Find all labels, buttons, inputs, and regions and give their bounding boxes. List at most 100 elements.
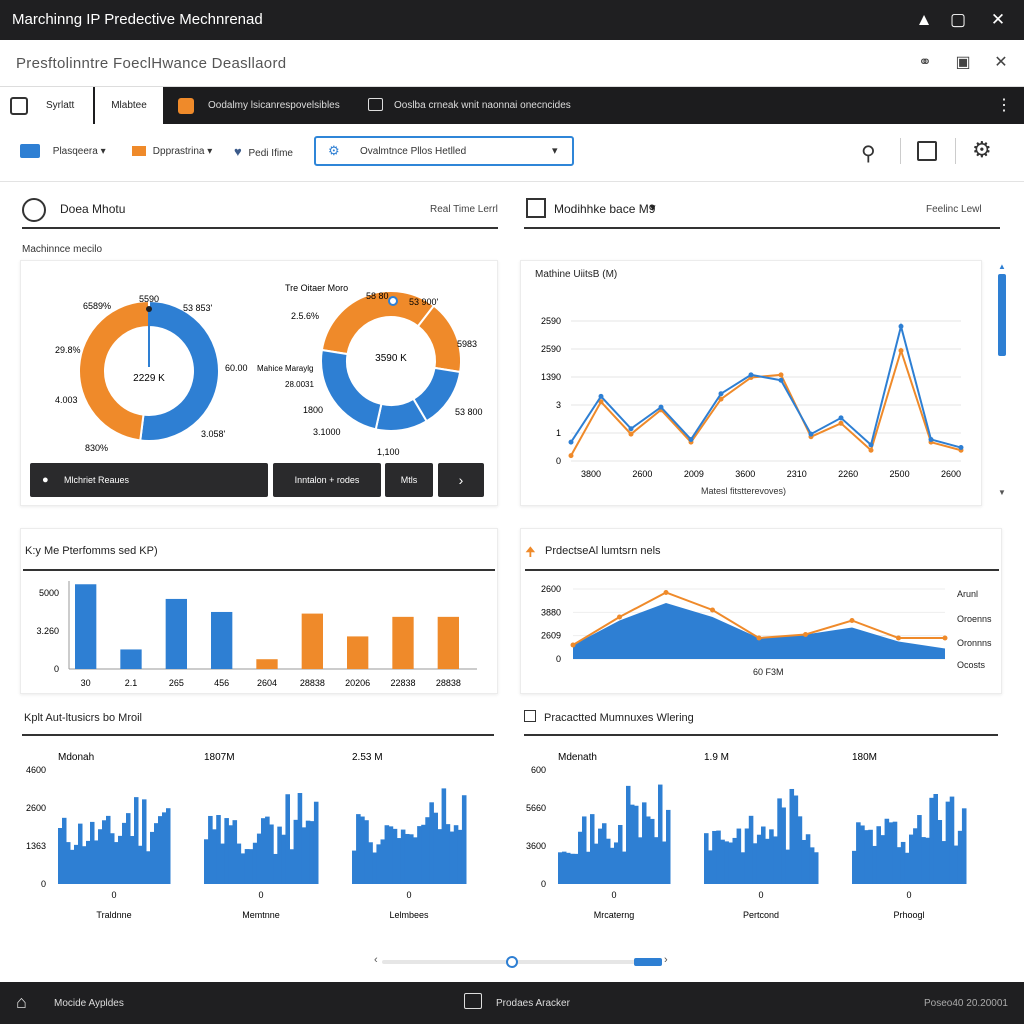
donut-slice xyxy=(78,299,150,442)
machine-request-button[interactable]: ● Mlchriet Reaues xyxy=(30,463,268,497)
data-point xyxy=(598,393,604,399)
tab-syrlatt[interactable]: Syrlatt xyxy=(0,87,93,124)
search-combo[interactable]: ⚙ Ovalmtnce Pllos Hetlled ▾ xyxy=(314,136,574,166)
histogram-bar xyxy=(953,845,959,884)
histogram-bar xyxy=(134,797,139,884)
histogram-bar xyxy=(789,788,795,884)
filter-label: Pedi Ifime xyxy=(248,148,293,159)
histogram-bar xyxy=(941,841,947,884)
histogram-bar xyxy=(376,844,381,884)
chevron-left-icon[interactable]: ‹ xyxy=(374,954,378,966)
histogram-bar xyxy=(736,828,742,884)
window-icon[interactable]: ▣ xyxy=(952,52,974,74)
histogram-bar xyxy=(293,819,299,884)
button-label: Mtls xyxy=(400,475,418,485)
settings-icon[interactable]: ⚙ xyxy=(972,137,992,163)
home-icon[interactable]: ⌂ xyxy=(16,992,27,1013)
data-point xyxy=(896,635,901,641)
donut1-label: 60.00 xyxy=(225,363,248,373)
page-slider[interactable]: ‹ › xyxy=(374,954,670,968)
more-icon[interactable]: ⋮ xyxy=(996,87,1012,124)
scroll-up-icon[interactable]: ▲ xyxy=(998,262,1006,271)
donut2-label: 3.1000 xyxy=(313,427,341,437)
footer-bar: ⌂ Mocide Aypldes Prodaes Aracker Poseo40… xyxy=(0,982,1024,1024)
histogram-bar xyxy=(232,820,238,884)
filter-plasqeera[interactable]: Plasqeera ▾ xyxy=(20,144,106,160)
bell-icon[interactable]: ⚭ xyxy=(914,52,936,74)
histogram-bar xyxy=(756,834,762,884)
zero-label: 0 xyxy=(111,890,116,900)
histogram-bar xyxy=(602,823,607,884)
donut1-label: 6589% xyxy=(83,301,111,311)
group-value: 1807M xyxy=(204,752,235,763)
zero-label: 0 xyxy=(406,890,411,900)
data-point xyxy=(838,420,844,426)
tab-ooslba[interactable]: Ooslba crneak wnit naonnai onecncides xyxy=(366,87,586,124)
histogram-bar xyxy=(352,850,357,884)
histogram-bar xyxy=(598,828,603,884)
x-tick: 2310 xyxy=(787,469,807,479)
histogram-bar xyxy=(158,816,163,884)
histogram-bar xyxy=(305,820,311,884)
needle-cap xyxy=(146,306,152,312)
y-tick: 2600 xyxy=(541,584,561,594)
histogram-bar xyxy=(94,840,99,884)
x-tick: 28838 xyxy=(436,678,461,688)
slider-handle[interactable] xyxy=(506,956,518,968)
chevron-right-icon[interactable]: › xyxy=(664,954,668,966)
search-icon[interactable]: ⚲ xyxy=(861,141,876,166)
close-icon[interactable]: ✕ xyxy=(986,8,1010,32)
histogram-bar xyxy=(421,824,426,884)
section-title[interactable]: Modihhke bace M9 xyxy=(554,202,655,216)
footer-left-text[interactable]: Mocide Aypldes xyxy=(54,998,124,1009)
data-point xyxy=(868,447,874,453)
scroll-thumb[interactable] xyxy=(998,274,1006,356)
zero-label: 0 xyxy=(258,890,263,900)
tab-mlabtee[interactable]: Mlabtee xyxy=(95,87,163,124)
histogram-bar xyxy=(929,797,934,884)
calculator-icon[interactable] xyxy=(917,141,937,161)
y-tick: 2590 xyxy=(541,316,561,326)
histogram-bar xyxy=(797,816,803,884)
tab-label: Ooslba crneak wnit naonnai onecncides xyxy=(394,100,571,111)
histogram-bar xyxy=(409,834,414,884)
installation-nodes-button[interactable]: Inntalon + rodes xyxy=(273,463,381,497)
section-subtitle: Feelinc Lewl xyxy=(926,204,982,215)
scroll-down-icon[interactable]: ▼ xyxy=(998,488,1006,497)
histogram-bar xyxy=(852,850,857,884)
maximize-icon[interactable]: ▢ xyxy=(946,8,970,32)
chat-icon[interactable] xyxy=(464,993,482,1009)
data-point xyxy=(718,391,724,397)
y-tick: 3880 xyxy=(541,607,561,617)
data-point xyxy=(808,431,814,437)
histogram-bar xyxy=(309,821,315,884)
histogram-bar xyxy=(813,852,819,884)
close-panel-icon[interactable]: ✕ xyxy=(990,52,1012,74)
x-tick: 2500 xyxy=(890,469,910,479)
histogram-bar xyxy=(78,823,83,884)
histogram-bar xyxy=(285,794,290,884)
y-tick: 600 xyxy=(531,765,546,775)
histogram-bar xyxy=(558,852,563,884)
histogram-bar xyxy=(138,845,143,884)
chevron-down-icon[interactable]: ▾ xyxy=(650,201,656,214)
histogram-bar xyxy=(384,825,390,884)
filter-pedi-ifime[interactable]: ♥ Pedi Ifime xyxy=(234,144,293,162)
footer-center-text[interactable]: Prodaes Aracker xyxy=(496,998,570,1009)
histogram-bar xyxy=(662,841,667,884)
data-point xyxy=(756,635,762,641)
scrollbar[interactable]: ▲ ▼ xyxy=(997,262,1007,500)
filter-dpprastrina[interactable]: Dpprastrina ▾ xyxy=(132,144,212,160)
mtls-button[interactable]: Mtls xyxy=(385,463,433,497)
x-tick: 2600 xyxy=(941,469,961,479)
app-icon[interactable]: ▲ xyxy=(912,8,936,32)
button-label: Inntalon + rodes xyxy=(294,475,360,485)
data-point xyxy=(778,377,784,383)
histogram-bar xyxy=(154,823,159,884)
histogram-bar xyxy=(650,818,655,884)
kpi-bar xyxy=(211,611,233,669)
y-tick: 5660 xyxy=(526,803,546,813)
histogram-bar xyxy=(904,852,910,884)
tab-oodalmy[interactable]: Oodalmy lsicanrespovelsibles xyxy=(176,87,356,124)
next-button[interactable]: › xyxy=(438,463,484,497)
